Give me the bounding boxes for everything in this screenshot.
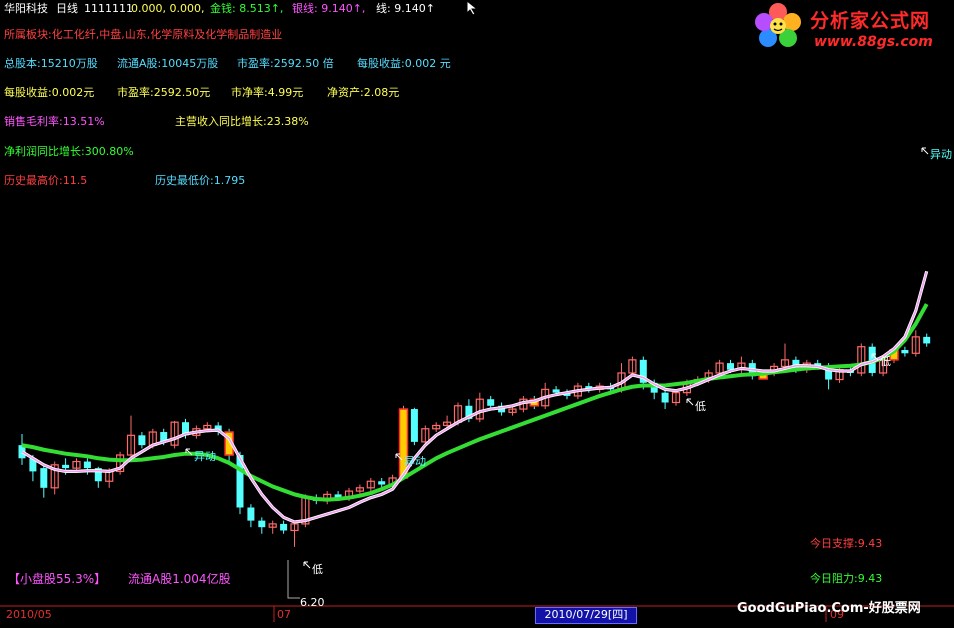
yidong-label-top: 异动 (930, 148, 952, 161)
total-shares: 总股本:15210万股 (4, 57, 98, 70)
pink-ma-line (21, 271, 928, 523)
candle-body (258, 520, 266, 528)
mouse-cursor-icon (466, 0, 479, 16)
support-label: 今日支撑:9.43 (810, 537, 883, 550)
di-label-2: 低 (695, 400, 706, 413)
line-label: 线: 9.140↑ (376, 2, 435, 15)
yidong-label-left: 异动 (194, 450, 216, 463)
di-label-1: 低 (312, 563, 323, 576)
green-ma-line (21, 303, 929, 502)
period-label: 日线 (56, 2, 78, 15)
site-logo: 分析家公式网 www.88gs.com (752, 2, 952, 54)
axis-label-mid: 07 (277, 608, 291, 621)
candle-body (487, 399, 495, 406)
revenue-growth: 主营收入同比增长:23.38% (175, 115, 309, 128)
flower-icon (755, 3, 801, 47)
yidong-arrow (921, 147, 929, 155)
stock-name: 华阳科技 (4, 2, 48, 15)
eps-1: 每股收益:0.002 元 (357, 57, 451, 70)
candle-body (901, 350, 909, 354)
pink-ma-line-outline (21, 270, 929, 524)
profit-growth: 净利润同比增长:300.80% (4, 145, 134, 158)
values-label: 0.000, 0.000, (131, 2, 205, 15)
sector-info: 所属板块:化工化纤,中盘,山东,化学原料及化学制品制造业 (4, 28, 283, 41)
candle-body (138, 435, 146, 446)
float-shares-label: 流通A股1.004亿股 (128, 572, 231, 586)
small-cap-label: 【小盘股55.3%】 (8, 572, 107, 586)
candle-body (247, 507, 255, 521)
candle-body (280, 523, 288, 531)
candle-body (378, 481, 386, 485)
candle-body (727, 363, 734, 370)
logo-title: 分析家公式网 (810, 10, 931, 32)
gross-margin: 销售毛利率:13.51% (4, 115, 105, 128)
candle-body (83, 461, 91, 469)
gold-line-label: 金钱: 8.513↑, (210, 2, 284, 15)
axis-label-left: 2010/05 (6, 608, 52, 621)
yidong-label-mid: 异动 (404, 455, 426, 468)
float-a-shares: 流通A股:10045万股 (117, 57, 219, 70)
watermark: GoodGuPiao.Com-好股票网 (737, 601, 921, 616)
low-arrow (303, 561, 311, 569)
candle-body (62, 464, 70, 469)
pe-ratio-1: 市盈率:2592.50 倍 (237, 57, 334, 70)
candle-body (923, 336, 931, 344)
eps-2: 每股收益:0.002元 (4, 86, 95, 99)
low-arrow (686, 398, 694, 406)
candle-body (40, 468, 48, 488)
candle-body (661, 392, 669, 403)
silver-line-label: 银线: 9.140↑, (292, 2, 366, 15)
pb-ratio: 市净率:4.99元 (231, 86, 304, 99)
params-label: 1111111 (84, 2, 133, 15)
resistance-label: 今日阻力:9.43 (810, 572, 883, 585)
di-label-3: 低 (880, 355, 891, 368)
hist-high: 历史最高价:11.5 (4, 174, 88, 187)
candle-body (410, 409, 418, 442)
net-assets: 净资产:2.08元 (327, 86, 400, 99)
pe-ratio-2: 市盈率:2592.50元 (117, 86, 211, 99)
hist-low: 历史最低价:1.795 (155, 174, 246, 187)
selected-date[interactable]: 2010/07/29[四] (535, 607, 637, 624)
logo-url: www.88gs.com (814, 34, 933, 50)
low-price-pointer (287, 560, 300, 599)
candle-body (552, 389, 560, 393)
